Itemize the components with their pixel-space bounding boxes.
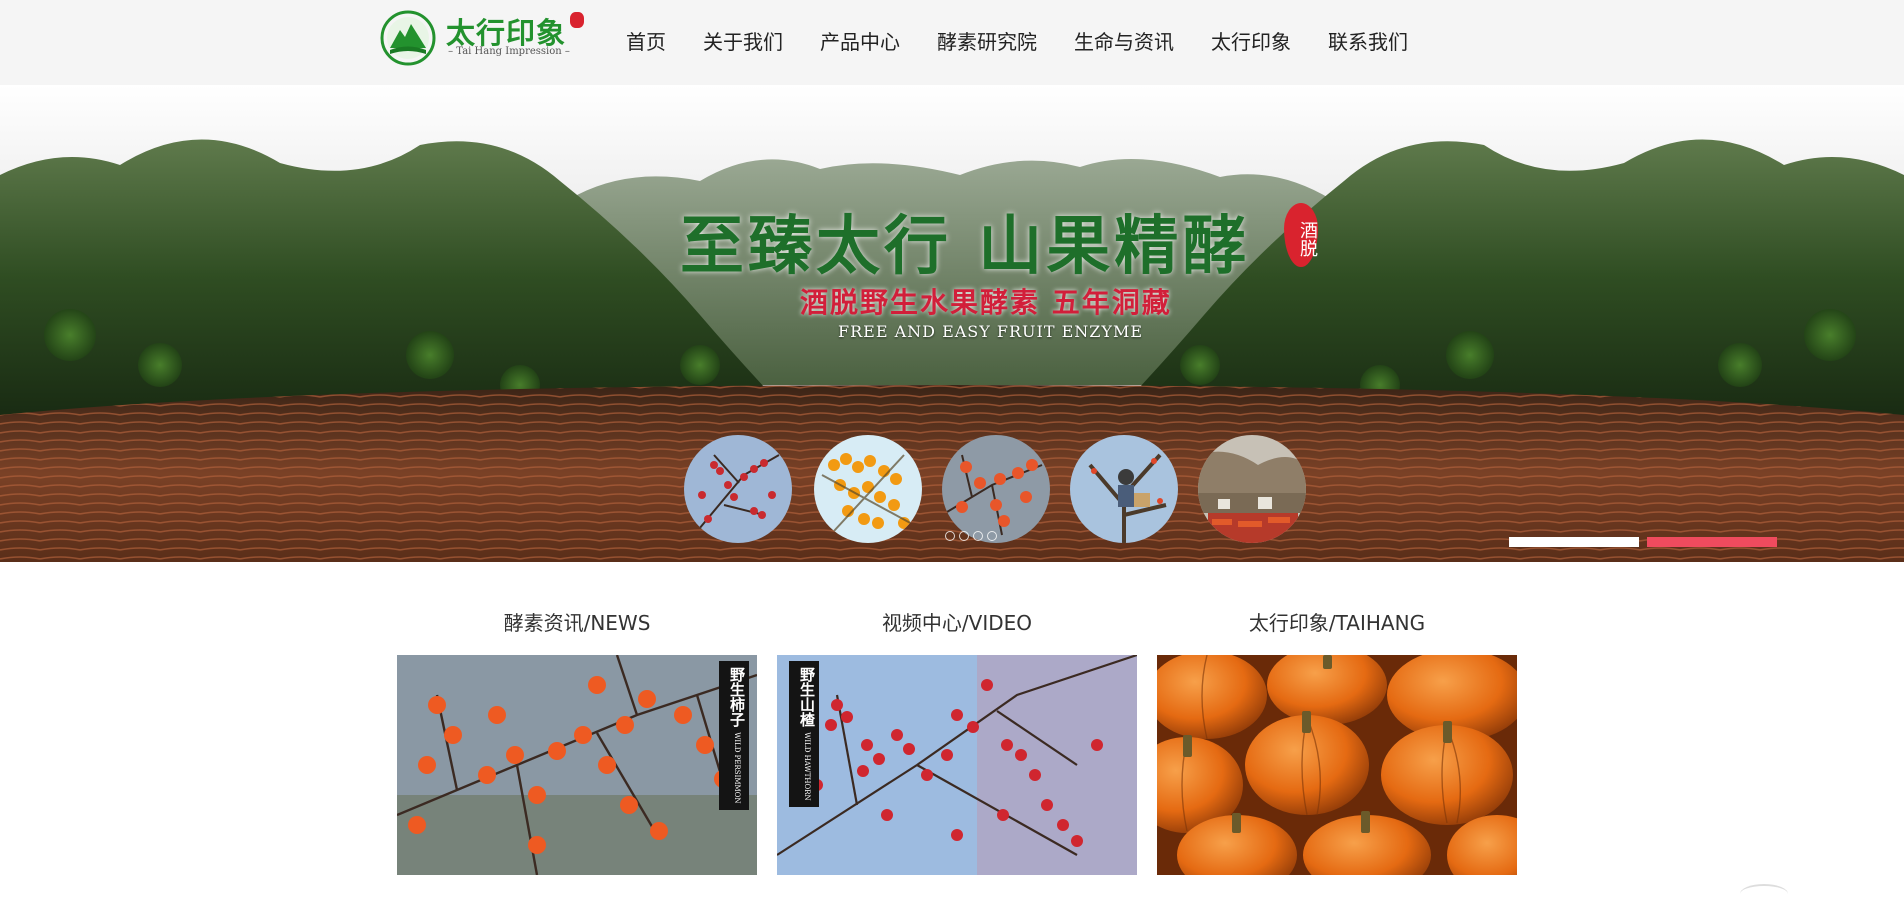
logo-seal-icon	[570, 12, 584, 28]
site-header: 太行印象 – Tai Hang Impression – 首页 关于我们 产品中…	[0, 0, 1904, 85]
section-news: 酵素资讯/NEWS 野生柿子 WILD PERSIMMON	[397, 605, 757, 875]
logo-subtitle: – Tai Hang Impression –	[448, 46, 570, 57]
persimmon-tag-en: WILD PERSIMMON	[733, 732, 741, 804]
nav-item-taihang[interactable]: 太行印象	[1211, 24, 1291, 60]
section-title-taihang[interactable]: 太行印象/TAIHANG	[1157, 605, 1517, 641]
section-image-video[interactable]: 野生山楂 WILD HAWTHORN	[777, 655, 1137, 875]
nav-item-about[interactable]: 关于我们	[703, 24, 783, 60]
hawthorn-tag: 野生山楂 WILD HAWTHORN	[789, 661, 819, 807]
thumbnail-fruit-picker[interactable]	[1070, 435, 1178, 543]
hero-dot[interactable]	[959, 531, 969, 541]
hero-dot-indicators	[945, 526, 1015, 541]
section-taihang: 太行印象/TAIHANG	[1157, 605, 1517, 875]
nav-item-products[interactable]: 产品中心	[820, 24, 900, 60]
nav-item-home[interactable]: 首页	[626, 24, 666, 60]
hero-thumbnails	[684, 435, 1384, 545]
thumbnail-sea-buckthorn[interactable]	[814, 435, 922, 543]
hero-dot[interactable]	[973, 531, 983, 541]
nav-item-contact[interactable]: 联系我们	[1328, 24, 1408, 60]
slide-indicator-1[interactable]	[1509, 537, 1639, 547]
mountain-logo-icon	[380, 10, 436, 66]
hero-dot[interactable]	[945, 531, 955, 541]
hawthorn-tag-label: 野生山楂	[798, 667, 816, 727]
section-video: 视频中心/VIDEO 野生山楂 WILD HAWTHORN	[777, 605, 1137, 875]
scroll-top-arc[interactable]	[1740, 884, 1788, 904]
section-image-taihang[interactable]	[1157, 655, 1517, 875]
main-nav: 首页 关于我们 产品中心 酵素研究院 生命与资讯 太行印象 联系我们	[626, 24, 1445, 60]
hero-subtitle: 酒脱野生水果酵素 五年洞藏	[800, 286, 1172, 319]
hawthorn-tag-en: WILD HAWTHORN	[803, 732, 811, 801]
hero-subtitle-en: FREE AND EASY FRUIT ENZYME	[838, 322, 1144, 341]
section-title-video[interactable]: 视频中心/VIDEO	[777, 605, 1137, 641]
feature-sections: 酵素资讯/NEWS 野生柿子 WILD PERSIMMON 视频中心/VIDEO…	[397, 605, 1517, 875]
hero-title: 至臻太行 山果精酵	[680, 209, 1251, 284]
slide-indicator-2[interactable]	[1647, 537, 1777, 547]
nav-item-life-news[interactable]: 生命与资讯	[1074, 24, 1174, 60]
section-image-news[interactable]: 野生柿子 WILD PERSIMMON	[397, 655, 757, 875]
thumbnail-hawthorn-branch[interactable]	[684, 435, 792, 543]
hero-dot[interactable]	[987, 531, 997, 541]
thumbnail-cliff-village[interactable]	[1198, 435, 1306, 543]
persimmon-tree-image	[397, 655, 757, 875]
nav-item-enzyme-institute[interactable]: 酵素研究院	[937, 24, 1037, 60]
hawthorn-tree-image	[777, 655, 1137, 875]
site-logo[interactable]: 太行印象 – Tai Hang Impression –	[380, 8, 585, 66]
persimmon-tag: 野生柿子 WILD PERSIMMON	[719, 661, 749, 810]
pumpkins-image	[1157, 655, 1517, 875]
section-title-news[interactable]: 酵素资讯/NEWS	[397, 605, 757, 641]
hero-banner[interactable]: 至臻太行 山果精酵 酒脱 酒脱野生水果酵素 五年洞藏 FREE AND EASY…	[0, 85, 1904, 562]
persimmon-tag-label: 野生柿子	[728, 667, 746, 727]
